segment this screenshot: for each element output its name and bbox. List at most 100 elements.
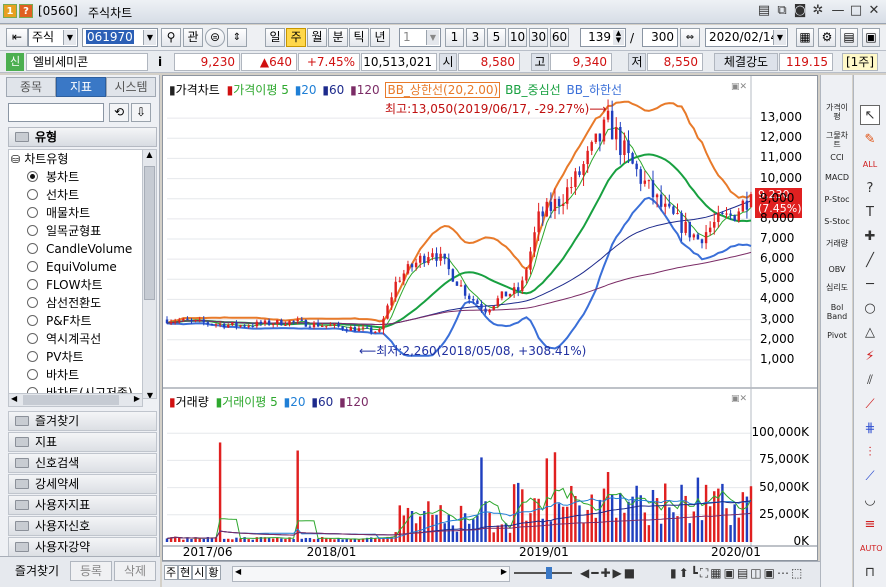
bottom-tool-icons[interactable]: ◀━✚▶■ [580, 566, 637, 580]
interval-30[interactable]: 30 [529, 28, 548, 47]
fan-icon[interactable]: ⟋ [860, 467, 880, 487]
chart-type-option[interactable]: 바차트 [27, 366, 79, 384]
indicator-button[interactable]: S-Stoc [823, 217, 851, 226]
line-icon[interactable]: ╱ [860, 251, 880, 271]
btn-ju[interactable]: 주 [164, 565, 179, 580]
search-icon[interactable]: ⚲ [161, 28, 181, 47]
period-tick[interactable]: 틱 [349, 28, 369, 47]
settings-icon[interactable]: ✲ [810, 3, 826, 19]
tab-indicator[interactable]: 지표 [56, 77, 106, 97]
hscroll-thumb[interactable] [23, 395, 119, 405]
chart-area[interactable]: ▮가격차트 ▮가격이평 5 ▮20 ▮60 ▮120 BB_상한선(20,2.0… [162, 75, 818, 561]
scroll-down-icon[interactable]: ▼ [143, 391, 156, 398]
radio-icon[interactable] [27, 297, 38, 308]
interval-1[interactable]: 1 [445, 28, 464, 47]
indicator-button[interactable]: Bol Band [823, 303, 851, 321]
price-volume-chart[interactable] [163, 76, 817, 560]
chart-type-option[interactable]: 역시계곡선 [27, 330, 101, 348]
tab-favorites[interactable]: 즐겨찾기 [6, 561, 68, 581]
ticker-input[interactable]: 061970 ▼ [82, 28, 158, 47]
updown-icon[interactable]: ⇕ [227, 28, 247, 47]
cursor-icon[interactable]: ↖ [860, 105, 880, 125]
radio-icon[interactable] [27, 279, 38, 290]
erase-icon[interactable]: ✎ [860, 130, 880, 150]
count-input[interactable]: 139 ▲ ▼ [580, 28, 626, 47]
scroll-right-icon[interactable]: ▶ [501, 567, 507, 576]
register-button[interactable]: 등록 [70, 561, 112, 581]
category-row[interactable]: 즐겨찾기 [8, 411, 157, 431]
indicator-button[interactable]: 거래량 [823, 239, 851, 248]
date-input[interactable]: 2020/02/14 ▼ [705, 28, 788, 47]
gwan-button[interactable]: 관 [183, 28, 203, 47]
chart-type-option[interactable]: EquiVolume [27, 258, 117, 276]
chart-type-option[interactable]: 봉차트 [27, 168, 79, 186]
radio-icon[interactable] [27, 189, 38, 200]
panel-max-icon[interactable]: ▣✕ [731, 394, 747, 404]
interval-5[interactable]: 5 [487, 28, 506, 47]
category-row[interactable]: 신호검색 [8, 453, 157, 473]
indicator-button[interactable]: MACD [823, 173, 851, 182]
radio-icon[interactable] [27, 261, 38, 272]
panel-max-icon[interactable]: ▣✕ [731, 82, 747, 92]
help-icon[interactable]: ? [860, 179, 880, 199]
btn-hyeon[interactable]: 현 [178, 565, 193, 580]
cross-icon[interactable]: ✚ [860, 227, 880, 247]
radio-icon[interactable] [27, 315, 38, 326]
config-icon[interactable]: ⚙ [818, 28, 836, 47]
chevron-down-icon[interactable]: ▼ [426, 30, 439, 45]
memo-icon[interactable]: ▤ [756, 3, 772, 19]
category-row[interactable]: 사용자강약 [8, 537, 157, 557]
indicator-button[interactable]: P-Stoc [823, 195, 851, 204]
gann-icon[interactable]: ⟋ [860, 395, 880, 415]
tree-scrollbar[interactable]: ▲ ▼ [142, 150, 156, 398]
radio-icon[interactable] [27, 333, 38, 344]
indicator-button[interactable]: 그물차트 [823, 131, 851, 149]
indicator-search-input[interactable] [8, 103, 104, 122]
print-icon[interactable]: ▤ [840, 28, 858, 47]
fit-icon[interactable]: ⇔ [680, 28, 700, 47]
arc-icon[interactable]: ◡ [860, 491, 880, 511]
chevron-down-icon[interactable]: ▼ [773, 30, 786, 45]
indicator-button[interactable]: 가격이평 [823, 103, 851, 121]
total-input[interactable]: 300 [642, 28, 678, 47]
period-month[interactable]: 월 [307, 28, 327, 47]
tab-stock[interactable]: 종목 [6, 77, 56, 97]
btn-si[interactable]: 시 [192, 565, 207, 580]
all-icon[interactable]: ALL [860, 155, 880, 175]
refresh-icon[interactable]: ⊜ [205, 28, 225, 47]
prev-icon[interactable]: ⇤ [6, 28, 28, 47]
interval-60[interactable]: 60 [550, 28, 569, 47]
btn-hwang[interactable]: 황 [206, 565, 221, 580]
category-row[interactable]: 사용자신호 [8, 516, 157, 536]
scroll-right-icon[interactable]: ▶ [134, 394, 140, 403]
chart-type-option[interactable]: 매물차트 [27, 204, 90, 222]
grid-icon[interactable]: ▦ [796, 28, 814, 47]
help-icon[interactable]: ? [19, 4, 33, 18]
market-select[interactable]: 주식 ▼ [28, 28, 78, 47]
chevron-down-icon[interactable]: ▼ [143, 30, 156, 45]
chart-type-option[interactable]: 일목균형표 [27, 222, 101, 240]
delete-button[interactable]: 삭제 [114, 561, 156, 581]
text-icon[interactable]: T [860, 203, 880, 223]
radio-icon[interactable] [27, 369, 38, 380]
channel-icon[interactable]: ⫽ [860, 371, 880, 391]
period-minute[interactable]: 분 [328, 28, 348, 47]
hline-icon[interactable]: ─ [860, 275, 880, 295]
circle-icon[interactable]: ○ [860, 299, 880, 319]
tree-group[interactable]: ⛁ 차트유형 [11, 150, 68, 168]
interval-3[interactable]: 3 [466, 28, 485, 47]
indicator-button[interactable]: 심리도 [823, 283, 851, 292]
radio-icon[interactable] [27, 351, 38, 362]
cycle-icon[interactable]: ≡ [860, 515, 880, 535]
fibo-icon[interactable]: ⚡ [860, 347, 880, 367]
period-day[interactable]: 일 [265, 28, 285, 47]
info-icon[interactable]: i [152, 53, 168, 71]
maximize-icon[interactable]: □ [848, 3, 864, 19]
chevron-down-icon[interactable]: ▼ [63, 30, 76, 45]
download-icon[interactable]: ⇩ [131, 103, 151, 122]
chart-type-option[interactable]: 선차트 [27, 186, 79, 204]
category-row[interactable]: 사용자지표 [8, 495, 157, 515]
category-row[interactable]: 강세약세 [8, 474, 157, 494]
minimize-icon[interactable]: — [830, 3, 846, 19]
chart-type-option[interactable]: 삼선전환도 [27, 294, 101, 312]
